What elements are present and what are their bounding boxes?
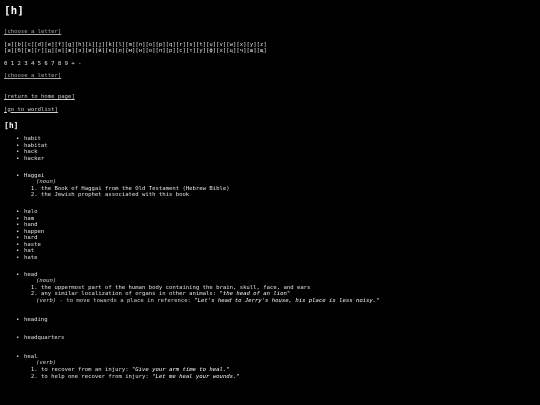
- list-item: habit: [16, 136, 534, 143]
- page: [h] [choose a letter] [a][b][c][d][e][f]…: [4, 5, 534, 380]
- entry-word: head: [24, 271, 38, 278]
- list-item: hate: [16, 255, 534, 262]
- definition-list: to recover from an injury: "Give your ar…: [24, 367, 534, 380]
- list-item: haste: [16, 242, 534, 249]
- example: "the head of an lion": [219, 291, 291, 298]
- list-item: habitat: [16, 143, 534, 150]
- return-home-link[interactable]: [return to home page]: [4, 94, 534, 101]
- list-item: hand: [16, 222, 534, 229]
- list-item: halo: [16, 209, 534, 216]
- part-of-speech: (noun): [36, 179, 57, 186]
- part-of-speech: (noun): [36, 278, 57, 285]
- entry-head: head (noun) the uppermost part of the hu…: [4, 272, 534, 305]
- definition: the uppermost part of the human body con…: [41, 285, 534, 292]
- section-title: [h]: [4, 121, 19, 131]
- entry-word: Haggai: [24, 172, 45, 179]
- definition: any similar localization of organs in ot…: [41, 291, 534, 298]
- entry-word: heal: [24, 353, 38, 360]
- verb-definition: (verb) - to move towards a place in refe…: [36, 298, 380, 305]
- entry-headquarters: headquarters: [4, 335, 534, 342]
- word-list: habit habitat hack hacker: [4, 136, 534, 162]
- definition: the Book of Haggai from the Old Testamen…: [41, 186, 534, 193]
- entry-heal: heal (verb) to recover from an injury: "…: [4, 354, 534, 380]
- list-item: hat: [16, 248, 534, 255]
- cyrillic-letter-row[interactable]: [а][б][в][г][д][е][ж][з][и][й][к][л][м][…: [4, 48, 534, 55]
- page-title: [h]: [4, 4, 24, 17]
- list-item: heal (verb) to recover from an injury: "…: [16, 353, 534, 380]
- definition: the Jewish prophet associated with this …: [41, 192, 534, 199]
- list-item: ham: [16, 216, 534, 223]
- number-row[interactable]: 0 1 2 3 4 5 6 7 8 9 + -: [4, 61, 534, 68]
- entry-haggai: Haggai (noun) the Book of Haggai from th…: [4, 173, 534, 199]
- word-list-2: halo ham hand happen hard haste hat hate: [4, 209, 534, 262]
- list-item: headquarters: [16, 335, 534, 342]
- list-item: hard: [16, 235, 534, 242]
- definition: to recover from an injury: "Give your ar…: [41, 367, 534, 374]
- list-item: hack: [16, 149, 534, 156]
- list-item: head (noun) the uppermost part of the hu…: [16, 271, 534, 305]
- wordlist-link[interactable]: [go to wordlist]: [4, 107, 534, 114]
- example: "Give your arm time to heal.": [131, 367, 230, 373]
- list-item: hacker: [16, 156, 534, 163]
- list-item: happen: [16, 229, 534, 236]
- list-item: heading: [16, 317, 534, 324]
- choose-letter-link-top[interactable]: [choose a letter]: [4, 29, 534, 36]
- part-of-speech: (verb): [36, 360, 57, 367]
- example: "Let me heal your wounds.": [152, 373, 240, 380]
- definition-list: the uppermost part of the human body con…: [24, 285, 534, 298]
- definition: to help one recover from injury: "Let me…: [41, 374, 534, 381]
- definition-list: the Book of Haggai from the Old Testamen…: [24, 186, 534, 199]
- list-item: Haggai (noun) the Book of Haggai from th…: [16, 172, 534, 199]
- choose-letter-link-bottom[interactable]: [choose a letter]: [4, 73, 534, 80]
- example: "Let's head to Jerry's house, his place …: [194, 298, 380, 305]
- entry-heading: heading: [4, 317, 534, 324]
